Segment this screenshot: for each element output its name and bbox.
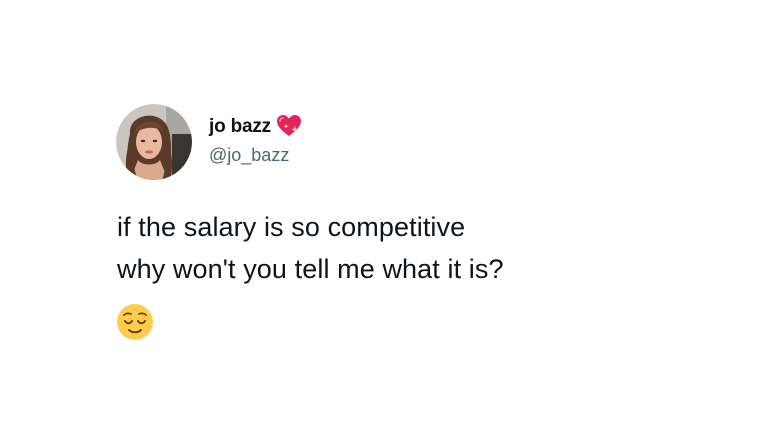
- tweet-card: jo bazz @jo_bazz if the salary is so com…: [0, 0, 768, 430]
- tweet-text: if the salary is so competitive why won'…: [117, 206, 737, 290]
- tweet-text-line: why won't you tell me what it is?: [117, 254, 504, 284]
- author-name-row: jo bazz: [209, 114, 302, 140]
- user-handle[interactable]: @jo_bazz: [209, 145, 289, 166]
- sparkling-heart-icon: [276, 114, 302, 138]
- tweet-text-line: if the salary is so competitive: [117, 212, 466, 242]
- relieved-face-icon: [116, 303, 154, 341]
- display-name[interactable]: jo bazz: [209, 116, 271, 138]
- avatar-photo: [116, 104, 192, 180]
- avatar[interactable]: [116, 104, 192, 180]
